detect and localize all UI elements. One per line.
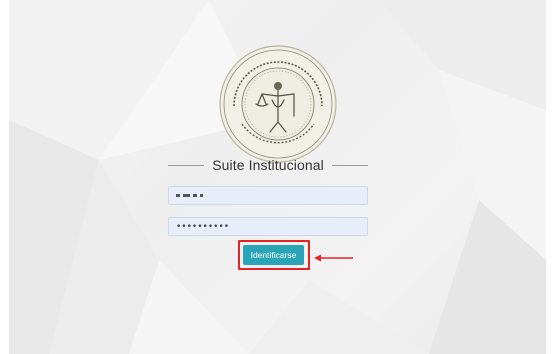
username-input[interactable] bbox=[168, 186, 368, 205]
title-divider-right bbox=[331, 164, 369, 166]
suite-title-row: Suite Institucional bbox=[168, 155, 369, 175]
login-button[interactable]: Identificarse bbox=[243, 245, 304, 265]
password-input[interactable]: •••••••••• bbox=[168, 217, 368, 236]
title-divider-left bbox=[168, 164, 205, 166]
page-title: Suite Institucional bbox=[212, 157, 324, 173]
password-value: •••••••••• bbox=[176, 221, 230, 232]
left-arrow-icon bbox=[314, 253, 354, 263]
court-seal-icon bbox=[218, 44, 338, 164]
username-redacted-value bbox=[176, 194, 203, 197]
